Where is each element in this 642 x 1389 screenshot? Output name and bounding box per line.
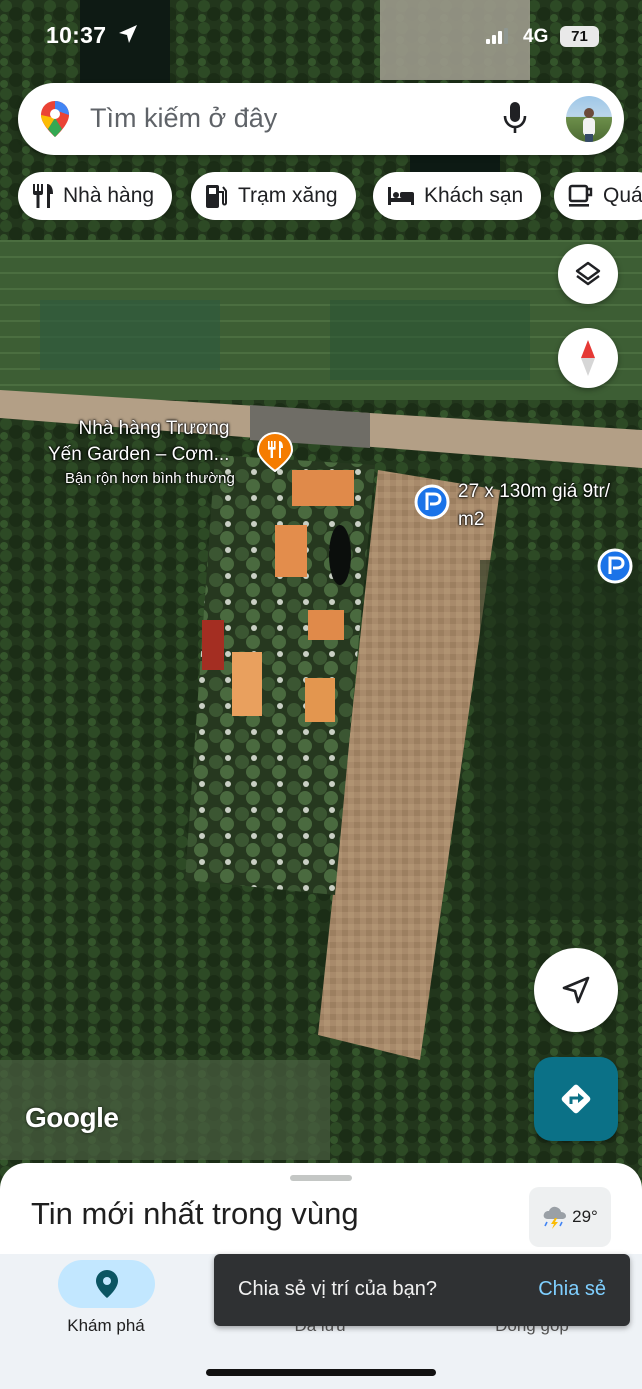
search-input[interactable]: Tìm kiếm ở đây: [90, 103, 277, 134]
compass-button[interactable]: [558, 328, 618, 388]
chip-cafes[interactable]: Quá: [554, 172, 642, 220]
chip-gas-stations[interactable]: Trạm xăng: [191, 172, 356, 220]
explore-pin-icon: [95, 1270, 118, 1298]
poi-name-line1: Nhà hàng Trương: [78, 418, 230, 439]
parking-label-line2: m2: [458, 509, 485, 530]
status-bar: 10:37 4G 71: [0, 0, 642, 72]
poi-restaurant-name[interactable]: Nhà hàng Trương Yến Garden – Cơm...: [48, 416, 229, 468]
coffee-cup-icon: [568, 184, 593, 207]
thunderstorm-icon: [543, 1206, 567, 1229]
fork-knife-icon: [33, 184, 53, 208]
category-chips: Nhà hàng Trạm xăng Khách sạn Quá: [18, 172, 642, 220]
layers-button[interactable]: [558, 244, 618, 304]
chip-restaurants[interactable]: Nhà hàng: [18, 172, 173, 220]
directions-icon: [561, 1084, 591, 1114]
chip-hotels[interactable]: Khách sạn: [373, 172, 542, 220]
poi-busy-status: Bận rộn hơn bình thường: [65, 470, 235, 487]
parking-pin-icon[interactable]: [414, 484, 450, 525]
search-bar[interactable]: Tìm kiếm ở đây: [18, 83, 624, 155]
toast-message: Chia sẻ vị trí của bạn?: [238, 1278, 437, 1300]
chip-label: Khách sạn: [424, 184, 524, 207]
bed-icon: [388, 187, 414, 205]
mic-icon[interactable]: [502, 101, 528, 140]
poi-name-line2: Yến Garden – Cơm...: [48, 444, 230, 465]
avatar[interactable]: [566, 96, 612, 142]
network-type: 4G: [523, 26, 549, 47]
restaurant-pin-icon[interactable]: [256, 431, 294, 477]
weather-temp: 29°: [572, 1207, 598, 1226]
gas-station-icon: [206, 185, 227, 208]
compass-icon: [581, 340, 595, 376]
nav-explore-button[interactable]: [58, 1260, 155, 1308]
battery-icon: 71: [560, 26, 599, 47]
weather-chip[interactable]: 29°: [529, 1187, 611, 1247]
parking-label[interactable]: 27 x 130m giá 9tr/ m2: [458, 478, 610, 534]
share-button[interactable]: Chia sẻ: [538, 1278, 606, 1301]
sheet-title: Tin mới nhất trong vùng: [31, 1196, 359, 1231]
parking-pin-icon[interactable]: [597, 548, 633, 589]
chip-label: Quá: [603, 184, 642, 207]
nav-explore-label[interactable]: Khám phá: [36, 1316, 176, 1336]
chip-label: Trạm xăng: [238, 184, 338, 207]
status-time: 10:37: [46, 22, 107, 48]
layers-icon: [575, 261, 601, 286]
chip-label: Nhà hàng: [63, 184, 155, 207]
my-location-button[interactable]: [534, 948, 618, 1032]
cellular-signal-icon: [486, 28, 510, 49]
google-attribution: Google: [25, 1102, 119, 1133]
location-arrow-icon: [118, 24, 138, 49]
share-location-toast: Chia sẻ vị trí của bạn? Chia sẻ: [214, 1254, 630, 1326]
directions-button[interactable]: [534, 1057, 618, 1141]
parking-label-line1: 27 x 130m giá 9tr/: [458, 481, 611, 502]
home-indicator[interactable]: [206, 1369, 436, 1376]
navigation-arrow-icon: [562, 976, 590, 1004]
sheet-handle[interactable]: [290, 1175, 352, 1181]
google-maps-pin-icon: [40, 100, 70, 143]
